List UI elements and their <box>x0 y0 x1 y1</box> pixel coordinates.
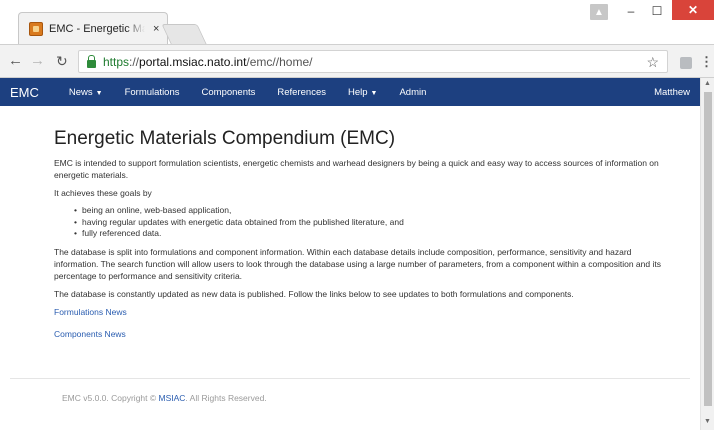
footer-copyright-prefix: EMC v5.0.0. Copyright © <box>62 393 159 403</box>
nav-item-label: News <box>68 86 93 98</box>
main-content: Energetic Materials Compendium (EMC) EMC… <box>54 128 664 350</box>
caret-down-icon: ▼ <box>370 89 378 97</box>
lock-icon <box>87 54 96 68</box>
database-paragraph: The database is split into formulations … <box>54 246 661 281</box>
maximize-button[interactable]: ☐ <box>646 0 668 22</box>
nav-item-help[interactable]: Help ▼ <box>348 87 377 98</box>
goal-item: being an online, web-based application, <box>74 205 664 217</box>
forward-arrow-icon[interactable]: → <box>30 53 45 69</box>
minimize-button[interactable]: – <box>620 0 642 22</box>
browser-tab-active[interactable]: EMC - Energetic Materials Compendium × <box>18 12 168 44</box>
navbar-brand[interactable]: EMC <box>10 85 39 100</box>
url-host: portal.msiac.nato.int <box>139 54 247 69</box>
new-tab-button[interactable] <box>161 24 207 44</box>
nav-item-label: Help <box>347 86 368 98</box>
address-bar[interactable]: https://portal.msiac.nato.int/emc//home/… <box>78 50 668 73</box>
vertical-scrollbar[interactable]: ▲ ▼ <box>700 78 714 430</box>
footer-copyright-suffix: . All Rights Reserved. <box>185 393 267 403</box>
nav-item-components[interactable]: Components <box>202 87 256 98</box>
url-separator: :// <box>129 54 140 69</box>
browser-menu-icon[interactable]: ⋮ <box>700 54 713 70</box>
back-arrow-icon[interactable]: ← <box>8 53 23 69</box>
goals-heading: It achieves these goals by <box>54 188 152 198</box>
browser-titlebar: EMC - Energetic Materials Compendium × ▲… <box>0 0 714 44</box>
site-favicon-icon <box>29 21 43 36</box>
reload-icon[interactable]: ↻ <box>56 53 68 69</box>
extension-icon[interactable] <box>680 57 692 69</box>
url-path: /emc//home/ <box>246 54 313 69</box>
nav-item-admin[interactable]: Admin <box>399 87 426 98</box>
page-footer: EMC v5.0.0. Copyright © MSIAC. All Right… <box>62 393 267 403</box>
page-title: Energetic Materials Compendium (EMC) <box>54 128 396 149</box>
nav-item-formulations[interactable]: Formulations <box>125 87 180 98</box>
goals-list: being an online, web-based application, … <box>74 205 664 240</box>
nav-item-references[interactable]: References <box>277 87 326 98</box>
close-window-button[interactable]: ✕ <box>672 0 714 20</box>
msiac-link[interactable]: MSIAC <box>159 393 186 403</box>
goal-item: fully referenced data. <box>74 228 664 240</box>
scroll-down-arrow-icon[interactable]: ▼ <box>704 418 711 425</box>
browser-toolbar: ← → ↻ https://portal.msiac.nato.int/emc/… <box>0 44 714 78</box>
caret-down-icon: ▼ <box>95 89 103 97</box>
goal-item: having regular updates with energetic da… <box>74 217 664 229</box>
tab-title: EMC - Energetic Materials Compendium <box>49 22 145 35</box>
profile-icon[interactable]: ▲ <box>590 4 608 20</box>
nav-item-news[interactable]: News ▼ <box>69 87 103 98</box>
scroll-up-arrow-icon[interactable]: ▲ <box>704 80 711 87</box>
tab-close-icon[interactable]: × <box>153 23 159 35</box>
components-news-link[interactable]: Components News <box>54 328 664 340</box>
url-scheme: https <box>103 54 130 69</box>
intro-paragraph: EMC is intended to support formulation s… <box>54 158 659 180</box>
footer-divider <box>10 378 690 379</box>
nav-user-name[interactable]: Matthew <box>654 87 690 98</box>
bookmark-star-icon[interactable]: ☆ <box>646 54 659 71</box>
site-navbar: EMC News ▼ Formulations Components Refere… <box>0 78 700 106</box>
formulations-news-link[interactable]: Formulations News <box>54 306 664 318</box>
scrollbar-thumb[interactable] <box>704 92 712 406</box>
page-viewport: EMC News ▼ Formulations Components Refere… <box>0 78 714 430</box>
updates-paragraph: The database is constantly updated as ne… <box>54 288 574 299</box>
